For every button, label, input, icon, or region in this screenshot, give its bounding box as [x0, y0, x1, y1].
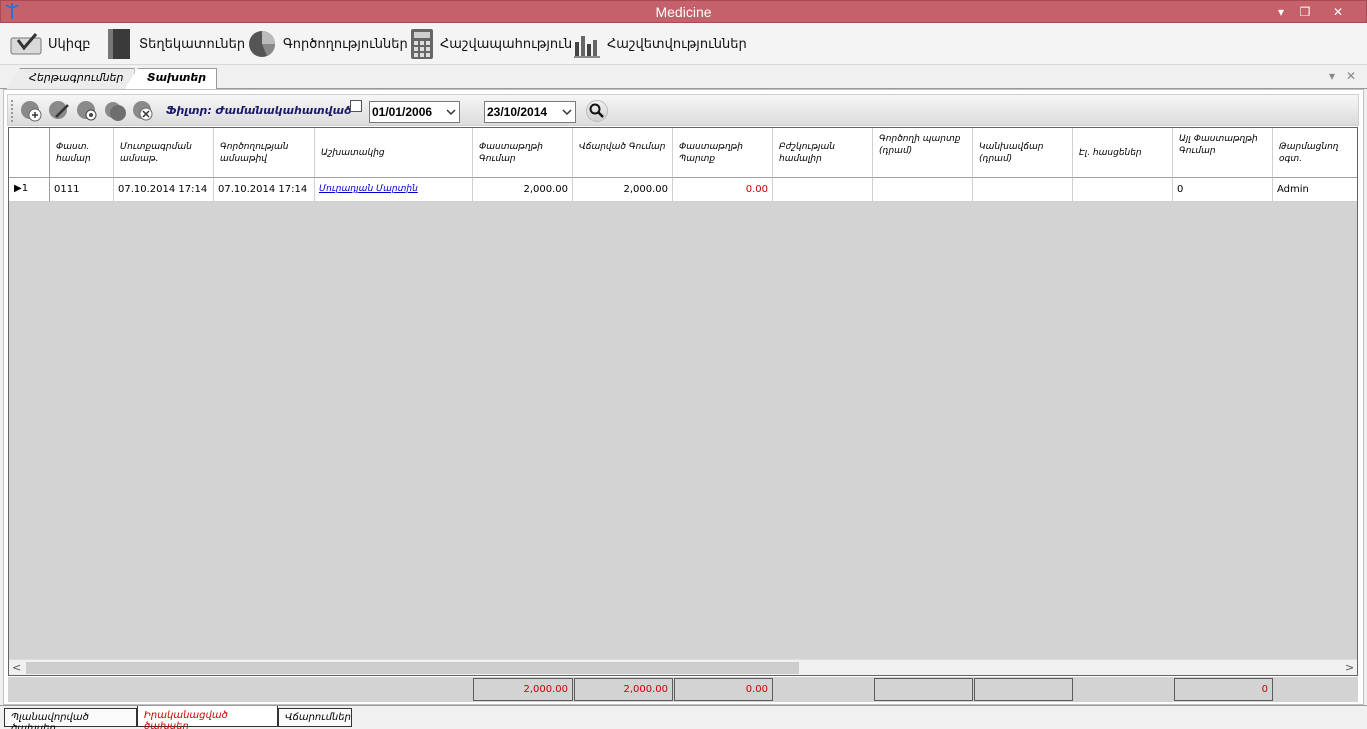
- table-cell[interactable]: 07.10.2014 17:14: [214, 178, 315, 202]
- menu-item-label: Գործողություններ: [283, 36, 408, 52]
- delete-icon[interactable]: [130, 99, 156, 123]
- table-cell[interactable]: Admin: [1273, 178, 1357, 202]
- menu-item-reports[interactable]: Հաշվետվություններ: [573, 27, 747, 61]
- column-header[interactable]: Բժշկության համալիր: [773, 128, 873, 178]
- table-cell[interactable]: [873, 178, 973, 202]
- tab-actual-expenses[interactable]: Իրականացված ծախսեր: [137, 706, 278, 729]
- column-header[interactable]: Աշխատակից: [315, 128, 473, 178]
- column-header[interactable]: Փաստաթղթի Պարտք: [673, 128, 773, 178]
- checkbox-tray-icon: [10, 33, 42, 55]
- table-cell[interactable]: 07.10.2014 17:14: [114, 178, 214, 202]
- documents-grid: Փաստ. համար Մուտքագրման ամսաթ. Գործողութ…: [8, 127, 1358, 676]
- window-title: Medicine: [655, 4, 712, 20]
- scroll-left-icon[interactable]: <: [12, 661, 21, 674]
- toolbar-grip[interactable]: [11, 100, 14, 122]
- total-prepayment: [974, 678, 1073, 701]
- view-icon[interactable]: [74, 99, 100, 123]
- main-menu: Սկիզբ Տեղեկատուներ Գործողություններ Հաշվ…: [0, 23, 1367, 65]
- menu-item-references[interactable]: Տեղեկատուներ: [105, 27, 245, 61]
- total-document-amount: 2,000.00: [473, 678, 573, 701]
- table-cell[interactable]: 2,000.00: [473, 178, 573, 202]
- column-header[interactable]: Էլ. հասցեներ: [1073, 128, 1173, 178]
- column-header[interactable]: Թարմացնող օգտ.: [1273, 128, 1357, 178]
- document-tab-strip: Հերթագրումներ Տախտեր ▾ ✕: [0, 65, 1367, 90]
- chevron-down-icon: [562, 109, 572, 116]
- table-cell[interactable]: 0: [1173, 178, 1273, 202]
- chevron-down-icon: [446, 109, 456, 116]
- tab-registrations[interactable]: Հերթագրումներ: [6, 68, 135, 89]
- date-to-value: 23/10/2014: [487, 105, 548, 119]
- add-icon[interactable]: [18, 99, 44, 123]
- total-operator-debt: [874, 678, 973, 701]
- table-cell[interactable]: [773, 178, 873, 202]
- menu-item-operations[interactable]: Գործողություններ: [247, 27, 408, 61]
- menu-item-accounting[interactable]: Հաշվապահություն: [410, 27, 572, 61]
- title-bar: Medicine ▾ ❐ ✕: [0, 0, 1367, 23]
- copy-icon[interactable]: [102, 99, 128, 123]
- table-cell[interactable]: [973, 178, 1073, 202]
- bar-chart-icon: [574, 36, 600, 58]
- date-from-picker[interactable]: 01/01/2006: [369, 101, 460, 123]
- total-document-debt: 0.00: [674, 678, 773, 701]
- minimize-button[interactable]: ▾: [1269, 3, 1293, 21]
- horizontal-scrollbar[interactable]: < >: [9, 659, 1357, 675]
- table-cell[interactable]: 2,000.00: [573, 178, 673, 202]
- date-to-picker[interactable]: 23/10/2014: [484, 101, 576, 123]
- restore-button[interactable]: ❐: [1293, 3, 1317, 21]
- menu-item-label: Սկիզբ: [48, 36, 91, 52]
- scrollbar-thumb[interactable]: [26, 662, 799, 674]
- tab-close-icon[interactable]: ✕: [1346, 69, 1356, 83]
- row-pointer-icon: ▶: [14, 183, 22, 194]
- date-from-value: 01/01/2006: [372, 105, 433, 119]
- menu-item-label: Տեղեկատուներ: [139, 36, 246, 52]
- tab-planned-expenses[interactable]: Պլանավորված ծախսեր: [4, 708, 137, 729]
- employee-link[interactable]: Մուրադյան Մարտին: [315, 178, 473, 202]
- row-indicator[interactable]: ▶1: [9, 178, 50, 202]
- tab-list-dropdown-icon[interactable]: ▾: [1329, 69, 1335, 83]
- calculator-icon: [411, 29, 433, 59]
- total-other-amount: 0: [1174, 678, 1273, 701]
- scroll-right-icon[interactable]: >: [1345, 661, 1354, 674]
- date-filter-checkbox[interactable]: [350, 100, 362, 112]
- menu-item-label: Հաշվետվություններ: [607, 36, 747, 52]
- table-cell[interactable]: [1073, 178, 1173, 202]
- column-header[interactable]: Գործողի պարտք (դրամ): [873, 128, 973, 178]
- table-cell[interactable]: 0111: [50, 178, 114, 202]
- grid-corner: [9, 128, 50, 178]
- search-icon: [589, 103, 604, 118]
- row-number: 1: [21, 183, 29, 194]
- column-header[interactable]: Փաստաթղթի Գումար: [473, 128, 573, 178]
- column-header[interactable]: Կանխավճար (դրամ): [973, 128, 1073, 178]
- column-header[interactable]: Գործողության ամսաթիվ: [214, 128, 315, 178]
- column-header[interactable]: Այլ Փաստաթղթի Գումար: [1173, 128, 1273, 178]
- bottom-tab-strip: Պլանավորված ծախսեր Իրականացված ծախսեր Վճ…: [0, 705, 1367, 729]
- column-header[interactable]: Փաստ. համար: [50, 128, 114, 178]
- total-paid-amount: 2,000.00: [574, 678, 673, 701]
- tab-payments[interactable]: Վճարումներ: [278, 708, 352, 727]
- grid-toolbar: Ֆիլտր: Ժամանակահատված՝ 01/01/2006 23/10/…: [7, 94, 1359, 126]
- tab-boards[interactable]: Տախտեր: [124, 68, 218, 90]
- menu-item-label: Հաշվապահություն: [440, 36, 573, 52]
- totals-row: 2,000.00 2,000.00 0.00 0: [8, 677, 1358, 702]
- menu-item-start[interactable]: Սկիզբ: [10, 27, 91, 61]
- pie-chart-icon: [249, 31, 275, 57]
- close-button[interactable]: ✕: [1326, 3, 1350, 21]
- table-cell[interactable]: 0.00: [673, 178, 773, 202]
- search-button[interactable]: [586, 100, 608, 122]
- filter-label: Ֆիլտր: Ժամանակահատված՝: [166, 104, 356, 117]
- column-header[interactable]: Մուտքագրման ամսաթ.: [114, 128, 214, 178]
- edit-icon[interactable]: [46, 99, 72, 123]
- column-header[interactable]: Վճարված Գումար: [573, 128, 673, 178]
- book-icon: [108, 29, 130, 59]
